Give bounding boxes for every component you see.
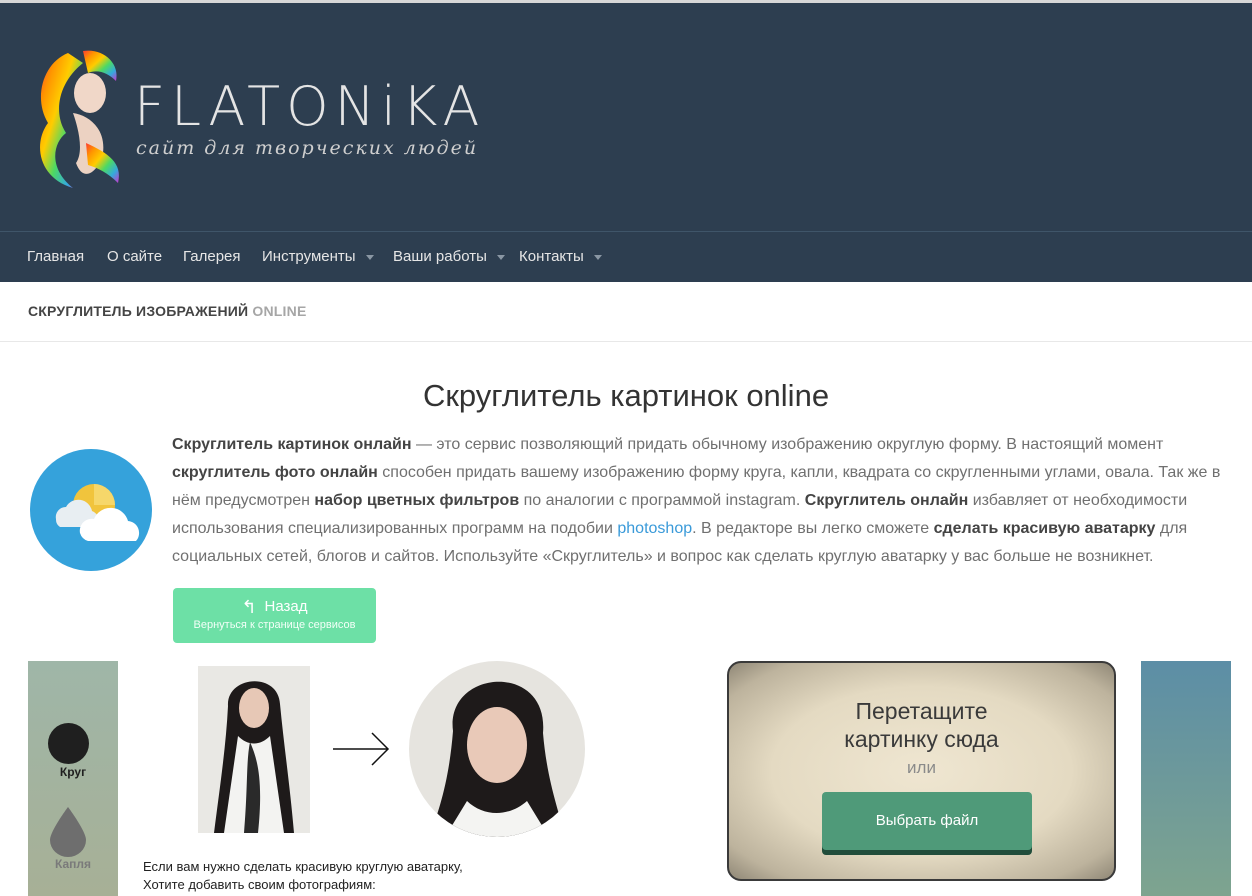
drop-shape-icon[interactable]: [50, 807, 86, 857]
nav-item-label: Контакты: [519, 248, 584, 265]
caption-line: Если вам нужно сделать красивую круглую …: [143, 859, 463, 874]
breadcrumb-suffix: ONLINE: [252, 303, 307, 319]
chevron-down-icon: [497, 254, 506, 260]
drop-zone-or: или: [907, 758, 936, 777]
site-header: FLATONiKA сайт для творческих людей: [0, 0, 1252, 231]
nav-item-your-works[interactable]: Ваши работы: [393, 232, 506, 282]
nav-item-label: О сайте: [107, 248, 163, 265]
nav-item-label: Галерея: [183, 248, 241, 265]
weather-icon: [30, 449, 152, 571]
chevron-down-icon: [593, 254, 602, 260]
drop-zone-title: Перетащите картинку сюда: [729, 697, 1114, 753]
drop-zone-line: Перетащите: [855, 698, 988, 724]
chevron-down-icon: [365, 254, 374, 260]
demo-caption: Если вам нужно сделать красивую круглую …: [143, 858, 463, 894]
back-button[interactable]: ↰ Назад Вернуться к странице сервисов: [173, 588, 376, 643]
intro-bold: Скруглитель онлайн: [804, 492, 969, 509]
intro-span: по аналогии с программой instagram.: [519, 492, 805, 509]
shape-selector: Круг Капля: [28, 661, 118, 896]
nav-item-label: Главная: [27, 248, 85, 265]
file-drop-zone[interactable]: Перетащите картинку сюда или Выбрать фай…: [727, 661, 1116, 881]
back-button-main: ↰ Назад: [173, 597, 376, 618]
back-button-label: Назад: [264, 598, 308, 615]
main-nav: Главная О сайте Галерея Инструменты Ваши…: [0, 231, 1252, 282]
nav-item-about[interactable]: О сайте: [107, 232, 162, 282]
arrow-right-icon: [333, 732, 390, 766]
intro-bold: Скруглитель картинок онлайн: [172, 436, 412, 453]
intro-span: — это сервис позволяющий придать обычном…: [411, 436, 1164, 453]
rounded-photo-image: [409, 661, 585, 837]
intro-bold: сделать красивую аватарку: [933, 520, 1156, 537]
sample-photo-image: [198, 666, 310, 833]
caption-line: Хотите добавить своим фотографиям:: [143, 877, 376, 892]
logo-title[interactable]: FLATONiKA: [134, 75, 485, 139]
back-button-sublabel: Вернуться к странице сервисов: [193, 619, 356, 631]
intro-bold: скруглитель фото онлайн: [172, 464, 378, 481]
photoshop-link[interactable]: photoshop: [617, 520, 692, 537]
shape-label-circle[interactable]: Круг: [28, 765, 118, 779]
intro-text: Скруглитель картинок онлайн — это сервис…: [172, 431, 1232, 571]
logo-tagline: сайт для творческих людей: [136, 137, 479, 159]
intro-bold: набор цветных фильтров: [314, 492, 520, 509]
breadcrumb-bar: СКРУГЛИТЕЛЬ ИЗОБРАЖЕНИЙ ONLINE: [0, 282, 1252, 342]
drop-zone-line: картинку сюда: [844, 726, 999, 752]
circle-shape-icon[interactable]: [48, 723, 89, 764]
filter-preview-strip: [1141, 661, 1231, 896]
nav-item-contacts[interactable]: Контакты: [519, 232, 602, 282]
intro-span: . В редакторе вы легко сможете: [692, 520, 934, 537]
shape-label-drop[interactable]: Капля: [28, 857, 118, 871]
breadcrumb: СКРУГЛИТЕЛЬ ИЗОБРАЖЕНИЙ ONLINE: [28, 303, 307, 319]
nav-item-gallery[interactable]: Галерея: [183, 232, 241, 282]
reply-arrow-icon: ↰: [241, 597, 257, 617]
page-title: Скруглитель картинок online: [422, 378, 830, 413]
logo-artwork-icon[interactable]: [28, 43, 128, 193]
choose-file-button[interactable]: Выбрать файл: [822, 792, 1032, 850]
breadcrumb-title: СКРУГЛИТЕЛЬ ИЗОБРАЖЕНИЙ: [28, 303, 249, 319]
nav-item-label: Инструменты: [262, 248, 356, 265]
nav-item-tools[interactable]: Инструменты: [262, 232, 374, 282]
nav-item-home[interactable]: Главная: [27, 232, 84, 282]
nav-item-label: Ваши работы: [393, 248, 487, 265]
